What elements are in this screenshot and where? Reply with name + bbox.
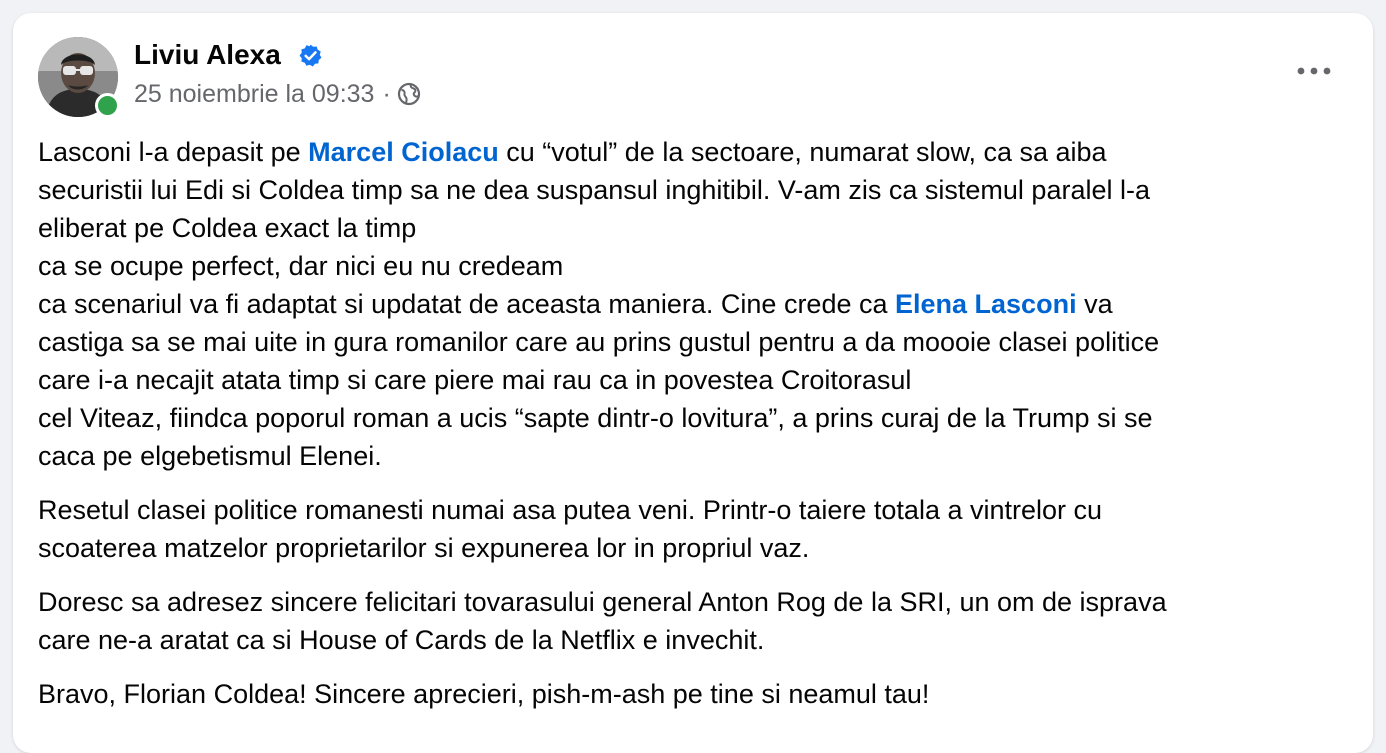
meta-separator: · xyxy=(382,80,391,108)
post-text-segment: eliberat pe Coldea exact la timp xyxy=(38,213,417,243)
post-text-line: castiga sa se mai uite in gura romanilor… xyxy=(38,323,1338,361)
post-paragraph: Doresc sa adresez sincere felicitari tov… xyxy=(38,583,1338,659)
post-meta: 25 noiembrie la 09:33 · xyxy=(134,77,421,111)
author-name[interactable]: Liviu Alexa xyxy=(134,37,281,73)
more-options-icon xyxy=(1297,67,1331,75)
post-text-line: eliberat pe Coldea exact la timp xyxy=(38,209,1338,247)
post-text-segment: scoaterea matzelor proprietarilor si exp… xyxy=(38,533,810,563)
post-card: Liviu Alexa 25 noiembrie la 09:33 · Lasc… xyxy=(13,13,1373,753)
post-paragraph: Bravo, Florian Coldea! Sincere aprecieri… xyxy=(38,675,1338,713)
post-text-line: Lasconi l-a depasit pe Marcel Ciolacu cu… xyxy=(38,133,1338,171)
post-text-line: ca se ocupe perfect, dar nici eu nu cred… xyxy=(38,247,1338,285)
post-text-segment: care ne-a aratat ca si House of Cards de… xyxy=(38,625,765,655)
globe-icon[interactable] xyxy=(397,82,421,106)
post-text-segment: caca pe elgebetismul Elenei. xyxy=(38,441,382,471)
post-text-segment: securistii lui Edi si Coldea timp sa ne … xyxy=(38,175,1150,205)
mention-link[interactable]: Marcel Ciolacu xyxy=(308,137,499,167)
post-text-line: care i-a necajit atata timp si care pier… xyxy=(38,361,1338,399)
post-text-segment: cel Viteaz, fiindca poporul roman a ucis… xyxy=(38,403,1153,433)
post-text-segment: cu “votul” de la sectoare, numarat slow,… xyxy=(498,137,1107,167)
post-text-segment: ca scenariul va fi adaptat si updatat de… xyxy=(38,289,895,319)
post-text-line: cel Viteaz, fiindca poporul roman a ucis… xyxy=(38,399,1338,437)
mention-link[interactable]: Elena Lasconi xyxy=(895,289,1077,319)
post-text-segment: Resetul clasei politice romanesti numai … xyxy=(38,495,1103,525)
post-paragraph: Lasconi l-a depasit pe Marcel Ciolacu cu… xyxy=(38,133,1338,475)
post-text-line: ca scenariul va fi adaptat si updatat de… xyxy=(38,285,1338,323)
post-text-line: scoaterea matzelor proprietarilor si exp… xyxy=(38,529,1338,567)
post-text-line: Resetul clasei politice romanesti numai … xyxy=(38,491,1338,529)
post-text-line: Bravo, Florian Coldea! Sincere aprecieri… xyxy=(38,675,1338,713)
more-options-button[interactable] xyxy=(1289,53,1339,89)
post-timestamp[interactable]: 25 noiembrie la 09:33 xyxy=(134,77,374,111)
post-text-line: care ne-a aratat ca si House of Cards de… xyxy=(38,621,1338,659)
post-text-line: Doresc sa adresez sincere felicitari tov… xyxy=(38,583,1338,621)
post-text-segment: care i-a necajit atata timp si care pier… xyxy=(38,365,912,395)
post-text-line: caca pe elgebetismul Elenei. xyxy=(38,437,1338,475)
post-text-line: securistii lui Edi si Coldea timp sa ne … xyxy=(38,171,1338,209)
post-text-segment: ca se ocupe perfect, dar nici eu nu cred… xyxy=(38,251,564,281)
post-paragraph: Resetul clasei politice romanesti numai … xyxy=(38,491,1338,567)
post-text-segment: va xyxy=(1076,289,1113,319)
post-text-segment: Bravo, Florian Coldea! Sincere aprecieri… xyxy=(38,679,930,709)
post-text-segment: castiga sa se mai uite in gura romanilor… xyxy=(38,327,1160,357)
online-status-dot xyxy=(95,93,120,118)
post-text-segment: Lasconi l-a depasit pe xyxy=(38,137,309,167)
post-body: Lasconi l-a depasit pe Marcel Ciolacu cu… xyxy=(38,133,1338,729)
verified-badge-icon xyxy=(299,44,322,67)
post-text-segment: Doresc sa adresez sincere felicitari tov… xyxy=(38,587,1167,617)
